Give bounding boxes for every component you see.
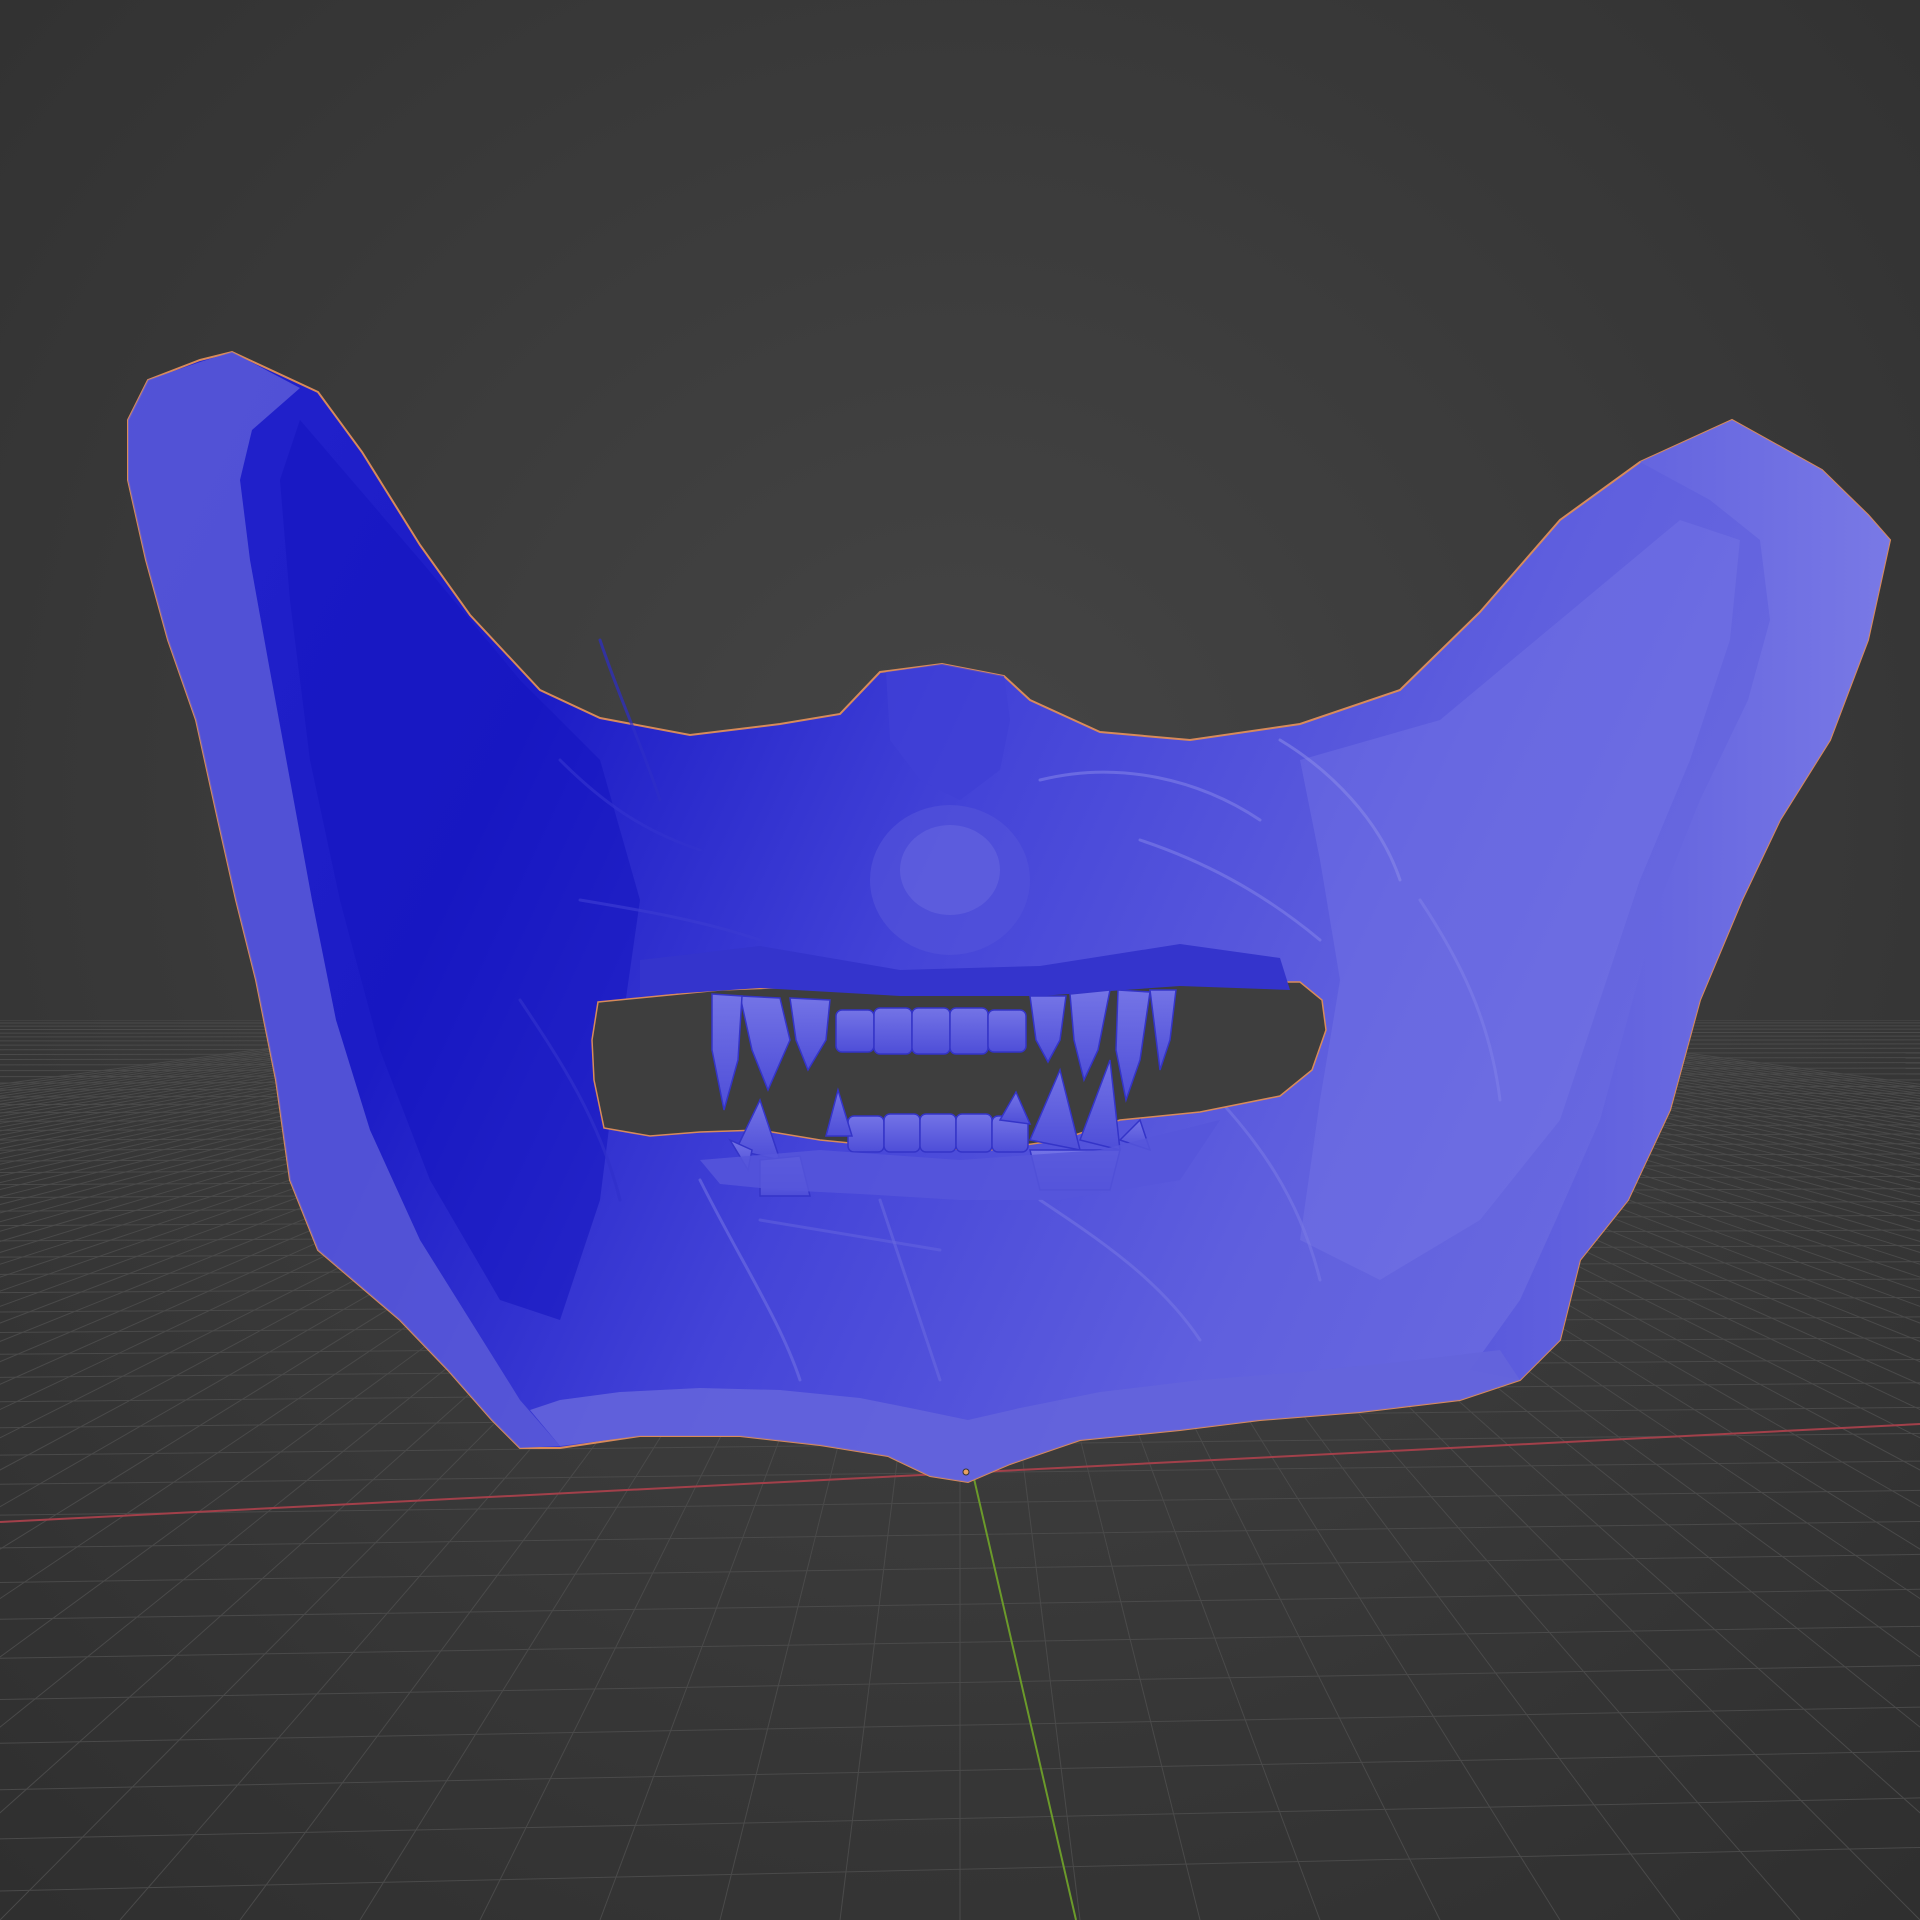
object-origin-dot <box>962 1468 970 1476</box>
viewport-canvas[interactable] <box>0 0 1920 1920</box>
3d-viewport[interactable] <box>0 0 1920 1920</box>
